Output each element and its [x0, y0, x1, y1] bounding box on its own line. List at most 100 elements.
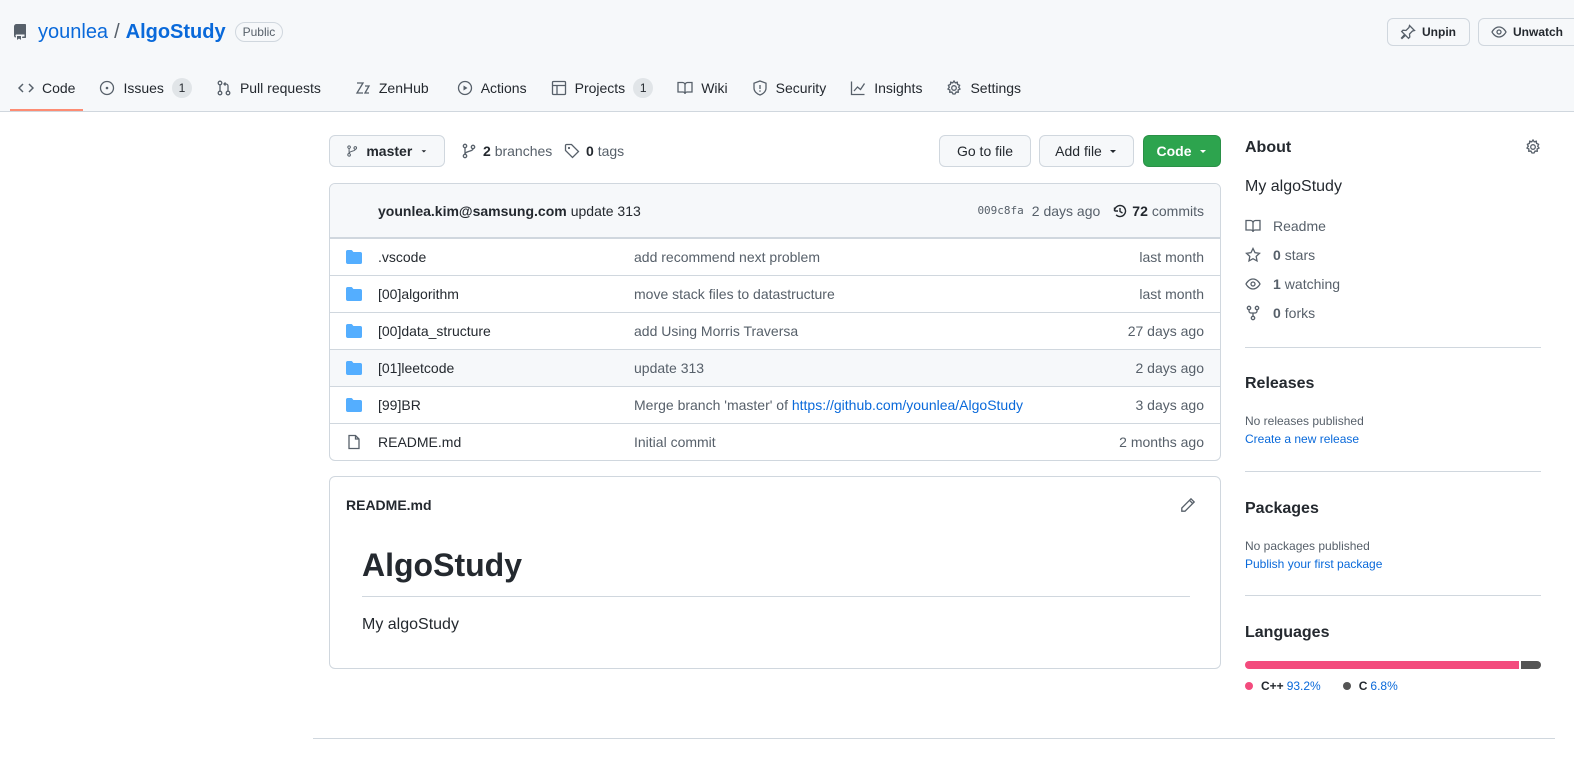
tags-link[interactable]: 0 tags: [564, 135, 624, 167]
forks-link[interactable]: 0 forks: [1245, 305, 1315, 321]
file-row[interactable]: [00]data_structure add Using Morris Trav…: [330, 312, 1220, 349]
tab-label: Security: [775, 80, 827, 96]
tab-label: Settings: [970, 80, 1022, 96]
language-item-cpp[interactable]: C++ 93.2%: [1245, 679, 1321, 693]
file-date: 2 days ago: [1135, 360, 1205, 376]
gear-icon: [947, 80, 962, 95]
branch-icon: [347, 145, 358, 157]
language-item-c[interactable]: C 6.8%: [1342, 679, 1398, 693]
unpin-button[interactable]: Unpin: [1387, 18, 1470, 46]
add-file-label: Add file: [1055, 143, 1102, 159]
publish-package-link[interactable]: Publish your first package: [1245, 557, 1382, 571]
readme-body: My algoStudy: [362, 616, 459, 633]
packages-title[interactable]: Packages: [1245, 500, 1319, 518]
repo-name-link[interactable]: AlgoStudy: [126, 21, 226, 44]
folder-icon: [346, 286, 362, 302]
tab-actions[interactable]: Actions: [449, 68, 535, 108]
readme-box: README.md AlgoStudy My algoStudy: [329, 476, 1221, 669]
repo-separator: /: [114, 20, 120, 43]
repo-icon: [13, 24, 26, 40]
packages-empty: No packages published: [1245, 539, 1370, 553]
readme-filename-link[interactable]: README.md: [346, 497, 432, 513]
file-row[interactable]: [99]BR Merge branch 'master' of https://…: [330, 386, 1220, 423]
file-name-link[interactable]: [00]algorithm: [378, 286, 634, 302]
releases-title[interactable]: Releases: [1245, 375, 1314, 393]
tab-issues[interactable]: Issues 1: [91, 68, 199, 108]
tab-settings[interactable]: Settings: [938, 68, 1029, 108]
folder-icon: [346, 360, 362, 376]
fork-icon: [1246, 305, 1260, 321]
graph-icon: [851, 81, 866, 96]
shield-icon: [752, 80, 767, 96]
forks-label: forks: [1284, 305, 1316, 321]
file-name-link[interactable]: .vscode: [378, 249, 634, 265]
file-toolbar: master 2 branches 0 tags Go to file Add …: [329, 135, 1221, 167]
file-commit-message[interactable]: add recommend next problem: [634, 249, 1139, 265]
add-file-button[interactable]: Add file: [1039, 135, 1134, 167]
commit-author-link[interactable]: younlea.kim@samsung.com: [378, 203, 567, 219]
watching-link[interactable]: 1 watching: [1245, 276, 1340, 292]
tab-label: Wiki: [701, 80, 728, 96]
file-row[interactable]: [01]leetcode update 313 2 days ago: [330, 349, 1220, 386]
file-list: younlea.kim@samsung.com update 313 009c8…: [329, 183, 1221, 461]
commit-sha-link[interactable]: 009c8fa: [977, 204, 1023, 217]
commit-message-link[interactable]: Merge branch 'master' of: [634, 397, 792, 413]
tag-icon: [564, 143, 580, 159]
file-name-link[interactable]: [00]data_structure: [378, 323, 634, 339]
file-name-link[interactable]: [99]BR: [378, 397, 634, 413]
file-name-link[interactable]: [01]leetcode: [378, 360, 634, 376]
go-to-file-button[interactable]: Go to file: [939, 135, 1031, 167]
commit-message-link[interactable]: update 313: [571, 203, 641, 219]
commits-link[interactable]: 72 commits: [1112, 203, 1204, 219]
file-name-link[interactable]: README.md: [378, 434, 634, 450]
pencil-icon[interactable]: [1180, 497, 1196, 516]
tab-zenhub[interactable]: ZenHub: [347, 68, 437, 108]
tab-label: Actions: [480, 80, 527, 96]
file-date: last month: [1139, 286, 1204, 302]
file-commit-message[interactable]: move stack files to datastructure: [634, 286, 1139, 302]
tab-pull-requests[interactable]: Pull requests: [208, 68, 329, 108]
pin-icon: [1400, 24, 1416, 40]
forks-count: 0: [1273, 305, 1281, 321]
tab-code[interactable]: Code: [10, 68, 84, 111]
pull-request-icon: [217, 80, 231, 96]
tab-label: ZenHub: [378, 80, 429, 96]
watching-count: 1: [1273, 276, 1281, 292]
language-percent: 6.8%: [1370, 679, 1398, 693]
tab-insights[interactable]: Insights: [842, 68, 930, 108]
file-row[interactable]: .vscode add recommend next problem last …: [330, 238, 1220, 275]
gear-icon[interactable]: [1525, 138, 1541, 158]
tab-security[interactable]: Security: [744, 68, 835, 108]
file-commit-message: Merge branch 'master' of https://github.…: [634, 397, 1136, 413]
tab-wiki[interactable]: Wiki: [669, 68, 735, 108]
commit-url-link[interactable]: https://github.com/younlea/AlgoStudy: [792, 397, 1023, 413]
code-button[interactable]: Code: [1143, 135, 1221, 167]
create-release-link[interactable]: Create a new release: [1245, 432, 1359, 446]
issue-icon: [100, 80, 115, 96]
branch-select-button[interactable]: master: [329, 135, 445, 167]
commits-count: 72: [1132, 202, 1148, 219]
tab-label: Insights: [874, 80, 923, 96]
tab-label: Pull requests: [239, 80, 321, 96]
tab-projects[interactable]: Projects 1: [543, 68, 662, 108]
tags-count: 0: [586, 143, 594, 159]
file-row[interactable]: README.md Initial commit 2 months ago: [330, 423, 1220, 460]
file-commit-message[interactable]: update 313: [634, 360, 1136, 376]
folder-icon: [346, 397, 362, 413]
language-bar-segment: [1245, 661, 1520, 669]
zenhub-icon: [355, 82, 370, 94]
stars-link[interactable]: 0 stars: [1245, 247, 1315, 263]
file-commit-message[interactable]: add Using Morris Traversa: [634, 323, 1128, 339]
branches-link[interactable]: 2 branches: [461, 135, 552, 167]
readme-link[interactable]: Readme: [1245, 218, 1326, 234]
repo-owner-link[interactable]: younlea: [38, 21, 108, 44]
unwatch-button[interactable]: Unwatch: [1478, 18, 1574, 46]
caret-down-icon: [1109, 150, 1116, 153]
readme-label: Readme: [1273, 218, 1326, 234]
file-date: 27 days ago: [1127, 323, 1204, 339]
history-icon: [1114, 204, 1127, 217]
file-commit-message[interactable]: Initial commit: [634, 434, 1119, 450]
file-row[interactable]: [00]algorithm move stack files to datast…: [330, 275, 1220, 312]
projects-counter: 1: [633, 78, 654, 98]
footer-divider: [313, 738, 1555, 739]
